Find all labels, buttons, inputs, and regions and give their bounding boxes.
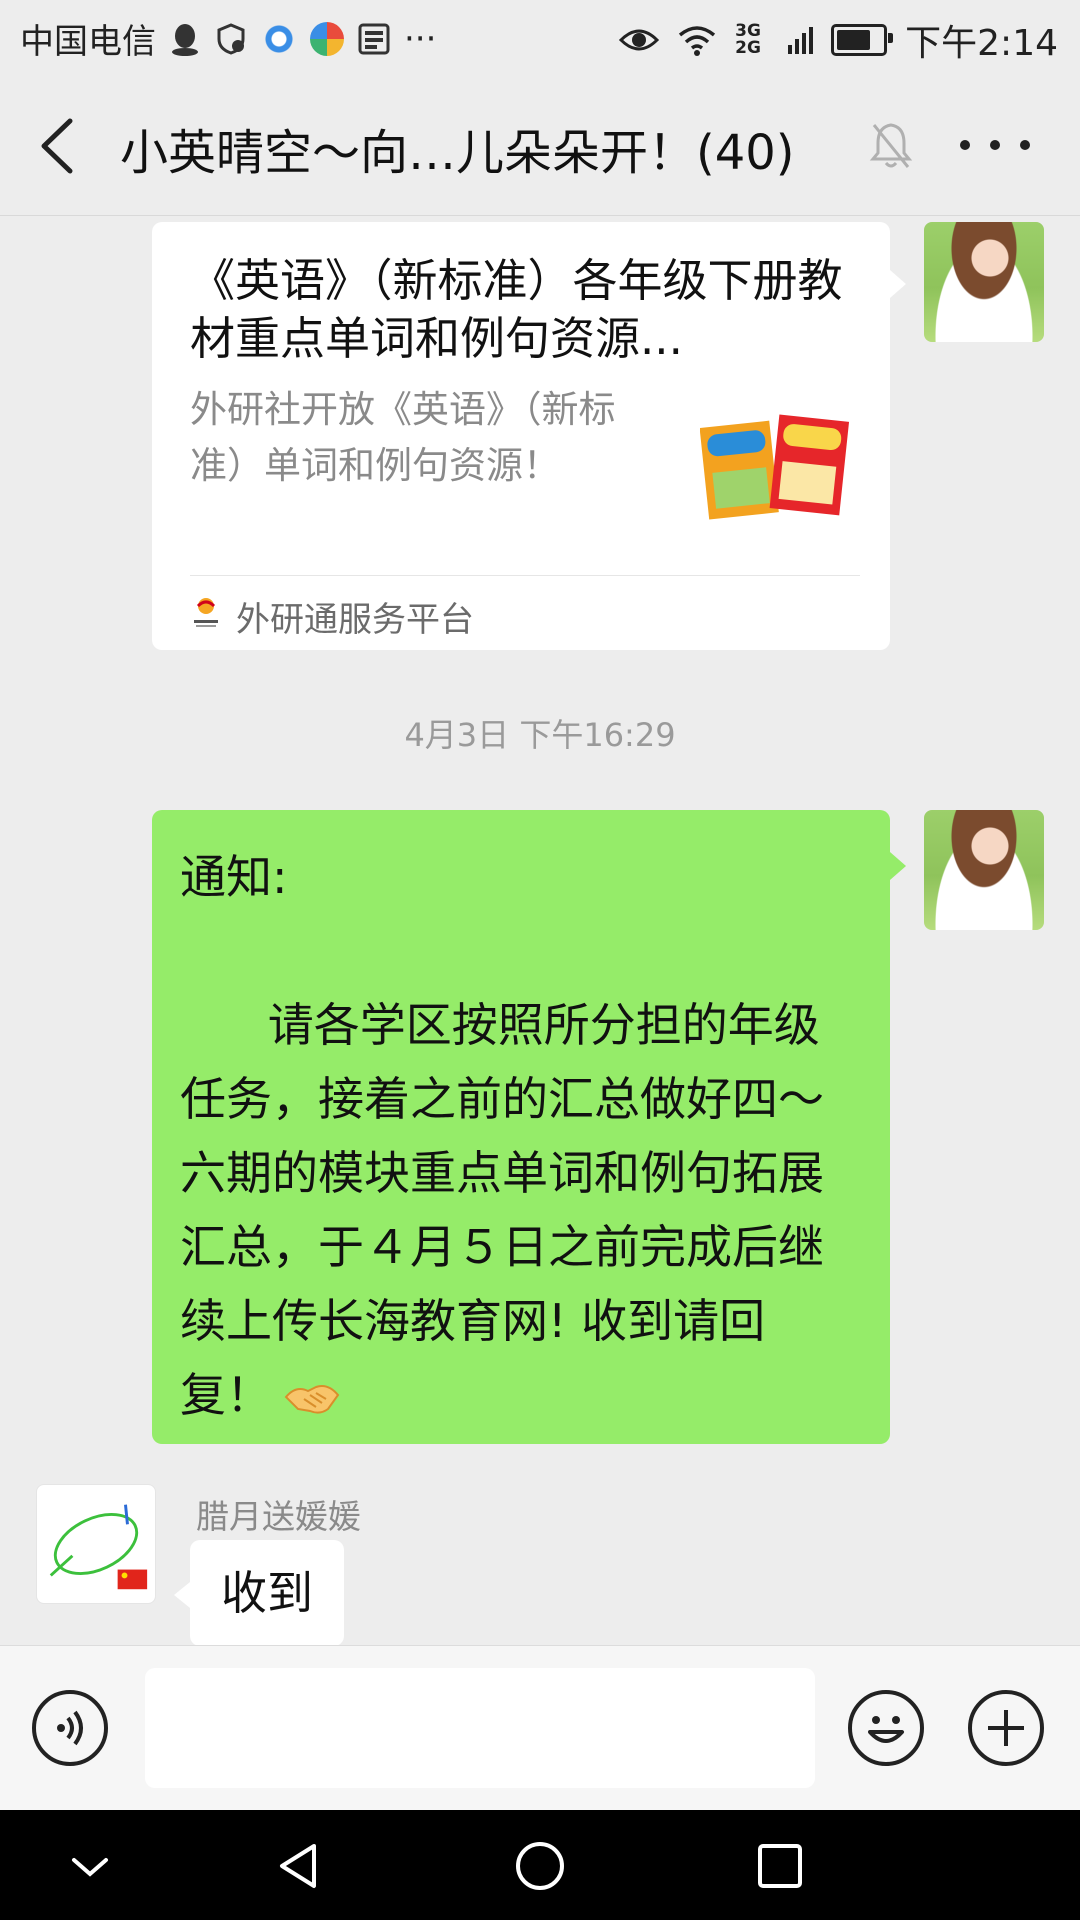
message-line: 任务，接着之前的汇总做好四～ — [180, 1072, 824, 1126]
recents-square-icon[interactable] — [748, 1834, 812, 1898]
publisher-logo-icon — [194, 598, 218, 627]
status-time: 下午2:14 — [905, 23, 1058, 64]
colorful-app-icon — [310, 21, 344, 56]
carrier-label: 中国电信 — [20, 22, 156, 62]
link-card-source: 外研通服务平台 — [236, 600, 474, 640]
network-type-label: 3G 2G — [735, 21, 761, 58]
my-avatar[interactable] — [924, 222, 1044, 342]
handshake-emoji-icon — [284, 1384, 340, 1414]
home-circle-icon[interactable] — [508, 1834, 572, 1898]
link-card-message[interactable]: 《英语》（新标准）各年级下册教材重点单词和例句资源... 外研社开放《英语》（新… — [152, 222, 890, 650]
bell-muted-icon — [869, 123, 913, 168]
message-input[interactable] — [145, 1668, 815, 1788]
news-app-icon — [358, 23, 390, 54]
book-thumbnail-image — [700, 414, 850, 520]
message-line: 复！ — [180, 1368, 272, 1422]
reply-message-bubble[interactable]: 收到 — [190, 1540, 344, 1646]
more-dots-icon[interactable] — [960, 133, 1030, 157]
chat-title[interactable]: 小英晴空～向…儿朵朵开！(40) — [120, 113, 795, 183]
link-card-description: 外研社开放《英语》（新标准）单词和例句资源！ — [190, 388, 616, 487]
emoji-icon[interactable] — [848, 1690, 924, 1766]
message-line: 通知: — [180, 850, 288, 904]
eye-icon — [619, 29, 660, 51]
bubble-tail — [890, 270, 906, 298]
back-arrow-icon[interactable] — [30, 113, 90, 179]
input-bar — [0, 1645, 1080, 1811]
card-divider — [190, 575, 860, 576]
status-left: 中国电信 ··· — [20, 14, 436, 63]
voice-icon[interactable] — [32, 1690, 108, 1766]
message-last-line: 复！ — [180, 1358, 868, 1432]
link-card-title: 《英语》（新标准）各年级下册教材重点单词和例句资源... — [190, 254, 843, 365]
my-avatar[interactable] — [924, 810, 1044, 930]
message-line: 续上传长海教育网! 收到请回 — [180, 1294, 766, 1348]
message-line: 六期的模块重点单词和例句拓展 — [180, 1146, 824, 1200]
chat-header: 小英晴空～向…儿朵朵开！(40) — [0, 75, 1080, 216]
signal-icon — [788, 27, 814, 54]
qq-icon — [172, 23, 198, 56]
bubble-tail — [174, 1582, 190, 1608]
bubble-tail — [890, 852, 906, 880]
shield-notification-icon — [217, 22, 245, 55]
message-timestamp: 4月3日 下午16:29 — [404, 716, 676, 754]
sender-name: 腊月送媛媛 — [196, 1497, 361, 1536]
notice-message-bubble[interactable]: 通知: 请各学区按照所分担的年级 任务，接着之前的汇总做好四～ 六期的模块重点单… — [152, 810, 890, 1444]
back-triangle-icon[interactable] — [268, 1834, 332, 1898]
browser-icon — [262, 21, 296, 56]
message-line: 请各学区按照所分担的年级 — [180, 998, 820, 1052]
wifi-icon — [679, 26, 716, 56]
message-line — [180, 914, 868, 988]
sender-avatar[interactable] — [36, 1484, 156, 1604]
more-notifications: ··· — [404, 18, 437, 59]
message-line: 汇总，于４月５日之前完成后继 — [180, 1220, 824, 1274]
plus-icon[interactable] — [968, 1690, 1044, 1766]
battery-icon — [831, 24, 894, 56]
collapse-icon[interactable] — [58, 1834, 122, 1898]
system-nav-bar — [0, 1810, 1080, 1920]
status-right: 3G 2G 下午2:14 — [619, 14, 1058, 66]
status-bar: 中国电信 ··· 3G 2G 下午2:14 — [0, 0, 1080, 75]
